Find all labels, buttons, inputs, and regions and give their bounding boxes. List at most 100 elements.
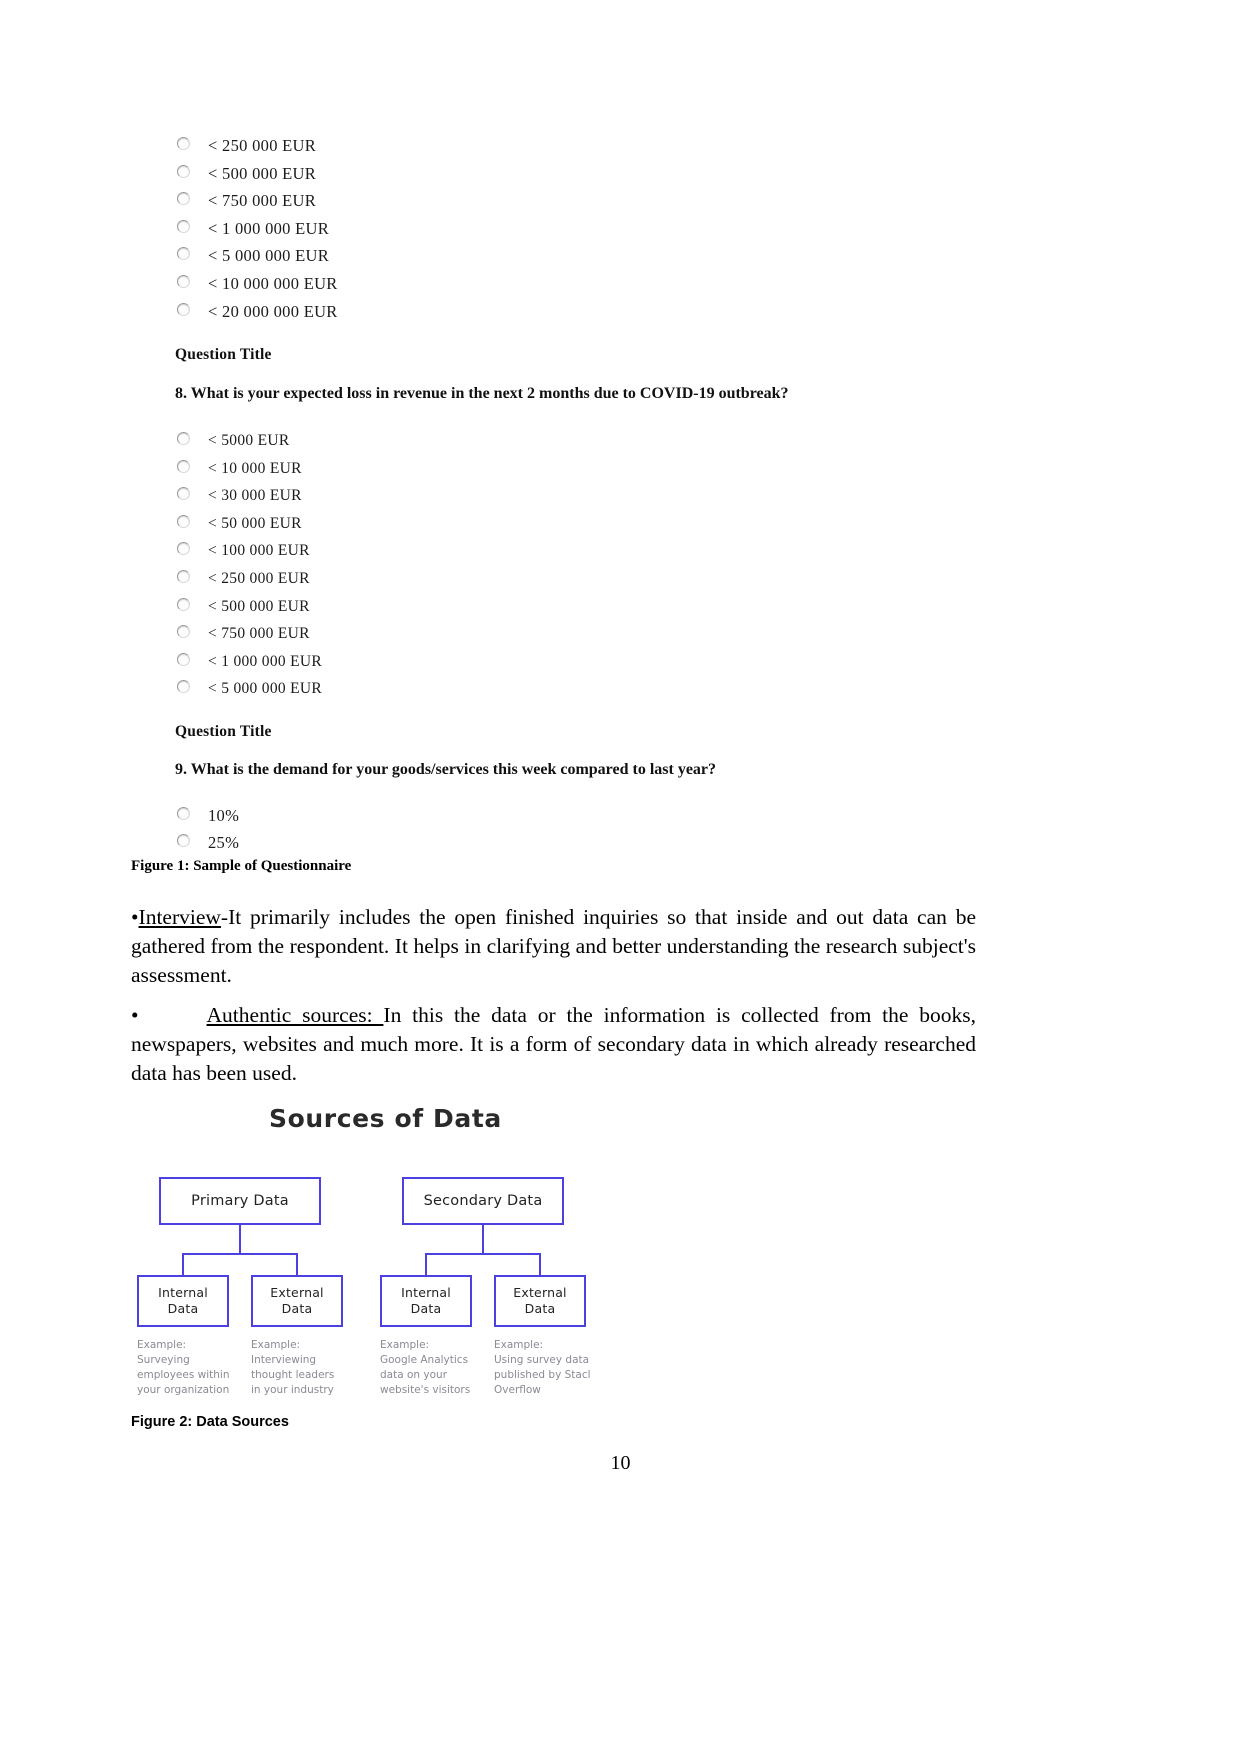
radio-icon[interactable]	[177, 487, 190, 501]
option-row[interactable]: < 10 000 EUR	[175, 455, 935, 483]
radio-icon[interactable]	[177, 247, 190, 261]
figure-2-caption: Figure 2: Data Sources	[131, 1414, 289, 1430]
node-primary-external-data: External Data	[251, 1275, 343, 1327]
option-label: < 100 000 EUR	[208, 542, 310, 560]
radio-icon[interactable]	[177, 625, 190, 639]
example-primary-internal: Example: Surveying employees within your…	[137, 1339, 230, 1396]
radio-icon[interactable]	[177, 514, 190, 528]
leaf-line-2: Data	[524, 1301, 556, 1316]
leaf-line-1: Internal	[158, 1285, 208, 1301]
sources-of-data-diagram: Sources of Data Primary Data Secondary D…	[131, 1098, 731, 1396]
connector-primary-bar	[182, 1253, 298, 1255]
connector-secondary-stem	[482, 1225, 484, 1254]
connector-primary-stem	[239, 1225, 241, 1254]
option-row[interactable]: < 50 000 EUR	[175, 510, 935, 538]
option-row[interactable]: < 750 000 EUR	[175, 187, 935, 215]
radio-icon[interactable]	[177, 192, 190, 206]
node-primary-data-label: Primary Data	[191, 1192, 289, 1209]
option-label: < 20 000 000 EUR	[208, 301, 338, 321]
node-secondary-data-label: Secondary Data	[423, 1192, 543, 1209]
question-title-label: Question Title	[175, 722, 272, 740]
connector-primary-right	[296, 1253, 298, 1275]
option-label: < 5 000 000 EUR	[208, 246, 330, 266]
option-label: 25%	[208, 833, 240, 853]
option-row[interactable]: < 500 000 EUR	[175, 593, 935, 621]
radio-icon[interactable]	[177, 806, 190, 820]
option-row[interactable]: 25%	[175, 829, 935, 857]
diagram-title: Sources of Data	[269, 1104, 502, 1133]
term-authentic-sources: Authentic sources:	[206, 1003, 384, 1027]
option-row[interactable]: < 1 000 000 EUR	[175, 648, 935, 676]
radio-icon[interactable]	[177, 302, 190, 316]
paragraph-interview-body: -It primarily includes the open finished…	[131, 905, 976, 987]
bullet-marker: •	[131, 905, 139, 929]
radio-icon[interactable]	[177, 680, 190, 694]
radio-icon[interactable]	[177, 431, 190, 445]
leaf-line-2: Data	[167, 1301, 199, 1316]
radio-icon[interactable]	[177, 834, 190, 848]
connector-secondary-left	[425, 1253, 427, 1275]
option-label: < 750 000 EUR	[208, 191, 317, 211]
option-label: < 50 000 EUR	[208, 514, 302, 532]
radio-icon[interactable]	[177, 569, 190, 583]
node-primary-internal-label: Internal Data	[158, 1285, 208, 1316]
node-primary-internal-data: Internal Data	[137, 1275, 229, 1327]
radio-icon[interactable]	[177, 219, 190, 233]
option-label: < 1 000 000 EUR	[208, 218, 330, 238]
option-label: < 250 000 EUR	[208, 136, 317, 155]
example-primary-external: Example: Interviewing thought leaders in…	[251, 1339, 335, 1396]
option-row[interactable]: < 10 000 000 EUR	[175, 270, 935, 298]
option-row[interactable]: < 5 000 000 EUR	[175, 242, 935, 270]
radio-icon[interactable]	[177, 459, 190, 473]
option-row[interactable]: < 500 000 EUR	[175, 160, 935, 188]
example-secondary-internal: Example: Google Analytics data on your w…	[380, 1339, 471, 1396]
connector-primary-left	[182, 1253, 184, 1275]
question-title-label: Question Title	[175, 346, 272, 364]
option-row[interactable]: < 750 000 EUR	[175, 620, 935, 648]
option-label: < 250 000 EUR	[208, 569, 310, 587]
radio-icon[interactable]	[177, 597, 190, 611]
option-row[interactable]: < 100 000 EUR	[175, 537, 935, 565]
option-row[interactable]: 10%	[175, 802, 935, 830]
option-row[interactable]: < 250 000 EUR	[175, 132, 935, 160]
questionnaire-figure: < 250 000 EUR < 500 000 EUR < 750 000 EU…	[175, 132, 935, 857]
radio-icon[interactable]	[177, 274, 190, 288]
option-label: < 5000 EUR	[208, 431, 290, 449]
option-row[interactable]: < 5 000 000 EUR	[175, 675, 935, 703]
option-label: < 10 000 000 EUR	[208, 273, 338, 293]
option-label: < 1 000 000 EUR	[208, 652, 322, 670]
option-label: < 500 000 EUR	[208, 597, 310, 615]
leaf-line-1: External	[513, 1285, 567, 1301]
option-label: < 5 000 000 EUR	[208, 680, 322, 698]
node-secondary-data: Secondary Data	[402, 1177, 564, 1225]
option-row[interactable]: < 1 000 000 EUR	[175, 215, 935, 243]
question-9-text: 9. What is the demand for your goods/ser…	[175, 760, 717, 778]
node-secondary-external-label: External Data	[513, 1285, 566, 1316]
option-label: < 30 000 EUR	[208, 487, 302, 505]
question-8-text: 8. What is your expected loss in revenue…	[175, 385, 789, 403]
option-label: < 750 000 EUR	[208, 625, 310, 643]
option-row[interactable]: < 30 000 EUR	[175, 482, 935, 510]
option-label: 10%	[208, 805, 240, 825]
bullet-marker: •	[131, 1003, 139, 1027]
leaf-line-2: Data	[281, 1301, 313, 1316]
option-row[interactable]: < 5000 EUR	[175, 427, 935, 455]
option-row[interactable]: < 250 000 EUR	[175, 565, 935, 593]
node-secondary-internal-data: Internal Data	[380, 1275, 472, 1327]
radio-icon[interactable]	[177, 652, 190, 666]
radio-icon[interactable]	[177, 542, 190, 556]
term-interview: Interview	[138, 905, 221, 929]
radio-icon[interactable]	[177, 137, 190, 150]
node-secondary-external-data: External Data	[494, 1275, 586, 1327]
example-secondary-external: Example: Using survey data published by …	[494, 1339, 591, 1396]
figure-1-caption: Figure 1: Sample of Questionnaire	[131, 858, 352, 874]
leaf-line-1: External	[270, 1285, 324, 1301]
connector-secondary-right	[539, 1253, 541, 1275]
leaf-line-2: Data	[410, 1301, 442, 1316]
node-primary-external-label: External Data	[270, 1285, 323, 1316]
radio-icon[interactable]	[177, 164, 190, 178]
leaf-line-1: Internal	[401, 1285, 451, 1301]
page-number: 10	[610, 1452, 631, 1474]
paragraph-interview: •Interview-It primarily includes the ope…	[131, 903, 976, 989]
option-row[interactable]: < 20 000 000 EUR	[175, 298, 935, 326]
